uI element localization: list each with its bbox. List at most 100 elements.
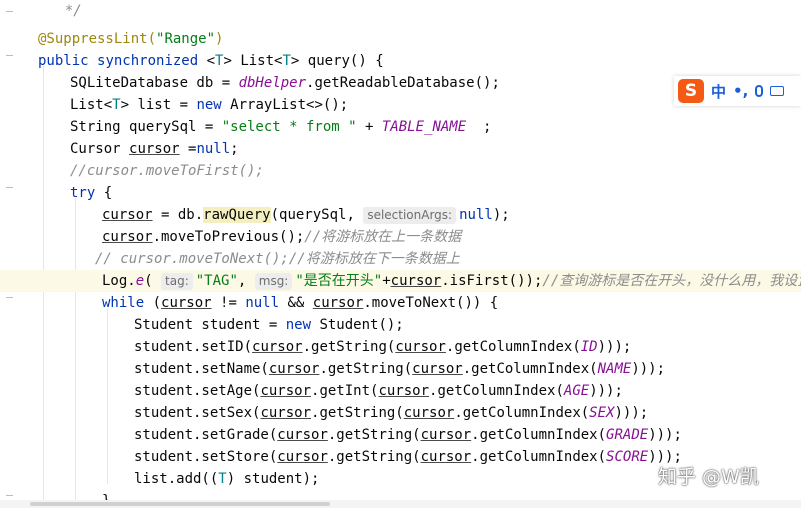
code-token: cursor: [420, 449, 472, 465]
code-line[interactable]: // cursor.moveToNext();//将游标放在下一条数据上: [0, 248, 801, 270]
code-token: null: [196, 141, 231, 157]
code-token: cursor: [277, 427, 328, 443]
code-token: NAME: [597, 361, 632, 377]
code-token: (: [152, 295, 162, 311]
code-token: try: [70, 185, 104, 201]
code-line[interactable]: public synchronized <T> List<T> query() …: [0, 50, 801, 72]
code-token: cursor: [412, 361, 463, 377]
code-token: (querySql,: [270, 207, 364, 223]
code-token: cursor: [260, 405, 312, 421]
code-token: ArrayList<>();: [230, 97, 349, 113]
code-token: ;: [466, 119, 492, 135]
code-token: student.setAge(: [134, 383, 261, 399]
code-token: "select * from ": [221, 119, 357, 135]
code-token: =: [179, 141, 197, 157]
code-token: //cursor.moveToFirst();: [70, 163, 264, 179]
code-token: while: [102, 295, 153, 311]
code-token: .getString(: [319, 361, 413, 377]
code-token: .isFirst());: [441, 273, 543, 289]
mic-icon[interactable]: [755, 85, 764, 97]
code-token: +: [356, 119, 382, 135]
code-token: .getColumnIndex(: [429, 383, 564, 399]
code-token: "Range": [156, 31, 216, 47]
code-token: <: [206, 53, 216, 69]
code-line[interactable]: String querySql = "select * from " + TAB…: [0, 116, 801, 138]
code-token: .getInt(: [311, 383, 379, 399]
code-token: cursor: [403, 405, 455, 421]
code-line[interactable]: */: [0, 0, 801, 22]
code-token: cursor: [378, 383, 430, 399]
code-token: student.setSex(: [134, 405, 261, 421]
code-token: "TAG": [195, 273, 238, 289]
code-line[interactable]: student.setID(cursor.getString(cursor.ge…: [0, 336, 801, 358]
code-line[interactable]: cursor.moveToPrevious();//将游标放在上一条数据: [0, 226, 801, 248]
code-token: AGE: [563, 383, 590, 399]
code-line[interactable]: try {: [0, 182, 801, 204]
code-token: String querySql =: [70, 119, 222, 135]
code-token: .getColumnIndex(: [462, 361, 598, 377]
code-line[interactable]: student.setAge(cursor.getInt(cursor.getC…: [0, 380, 801, 402]
code-token: cursor: [268, 361, 320, 377]
code-token: > List<: [223, 53, 283, 69]
code-line[interactable]: student.setGrade(cursor.getString(cursor…: [0, 424, 801, 446]
code-token: )));: [631, 361, 666, 377]
code-token: student.setStore(: [134, 449, 278, 465]
code-token: T: [218, 471, 227, 487]
code-token: cursor: [390, 273, 442, 289]
code-line[interactable]: cursor = db.rawQuery(querySql, selection…: [0, 204, 801, 226]
ime-mode-toggle[interactable]: 中: [711, 81, 726, 102]
ime-toolbar[interactable]: S 中 •,: [674, 76, 801, 106]
code-token: .getString(: [311, 405, 404, 421]
code-token: SQLiteDatabase db =: [70, 75, 239, 91]
code-token: Log.: [102, 273, 136, 289]
code-line[interactable]: while (cursor != null && cursor.moveToNe…: [0, 292, 801, 314]
code-token: e: [135, 273, 145, 289]
code-token: ;: [230, 141, 239, 157]
code-line[interactable]: //cursor.moveToFirst();: [0, 160, 801, 182]
code-token: dbHelper: [238, 75, 307, 91]
keyboard-icon[interactable]: [770, 86, 785, 96]
sogou-logo-icon[interactable]: S: [678, 79, 704, 103]
code-token: cursor: [260, 383, 312, 399]
code-token: .getString(: [327, 427, 421, 443]
code-token: cursor: [395, 339, 446, 355]
ime-punctuation-toggle[interactable]: •,: [733, 82, 748, 100]
code-line[interactable]: Student student = new Student();: [0, 314, 801, 336]
code-token: new: [196, 97, 231, 113]
code-token: )));: [648, 427, 682, 443]
code-token: (: [144, 273, 162, 289]
code-line[interactable]: Log.e( tag: "TAG", msg: "是否在开头"+cursor.isF…: [0, 270, 801, 292]
code-token: +: [382, 273, 391, 289]
code-token: ID: [580, 339, 598, 355]
code-token: student.setName(: [134, 361, 269, 377]
code-token: public: [38, 53, 98, 69]
code-token: T: [282, 53, 291, 69]
code-token: cursor: [102, 207, 153, 223]
code-token: null: [245, 295, 288, 311]
code-token: &&: [287, 295, 313, 311]
parameter-hint: tag:: [161, 273, 193, 290]
code-token: );: [492, 207, 510, 223]
code-token: !=: [211, 295, 246, 311]
parameter-hint: msg:: [254, 273, 293, 290]
code-token: // cursor.moveToNext();//将游标放在下一条数据上: [95, 251, 460, 267]
code-token: .getColumnIndex(: [445, 339, 581, 355]
code-token: > query() {: [290, 53, 384, 69]
code-line[interactable]: Cursor cursor =null;: [0, 138, 801, 160]
code-token: cursor: [161, 295, 212, 311]
code-token: = db.: [152, 207, 204, 223]
code-token: cursor: [102, 229, 153, 245]
code-token: {: [103, 185, 113, 201]
code-token: Cursor: [70, 141, 130, 157]
scrollbar-thumb[interactable]: [30, 502, 330, 506]
code-token: student.setID(: [134, 339, 253, 355]
horizontal-scrollbar[interactable]: [0, 500, 801, 508]
code-line[interactable]: @SuppressLint("Range"): [0, 28, 801, 50]
code-line[interactable]: student.setName(cursor.getString(cursor.…: [0, 358, 801, 380]
code-token: Student student =: [134, 317, 286, 333]
code-token: cursor: [312, 295, 364, 311]
code-token: .getString(: [302, 339, 396, 355]
code-line[interactable]: student.setSex(cursor.getString(cursor.g…: [0, 402, 801, 424]
code-token: //将游标放在上一条数据: [304, 229, 462, 245]
code-token: ) student);: [226, 471, 320, 487]
